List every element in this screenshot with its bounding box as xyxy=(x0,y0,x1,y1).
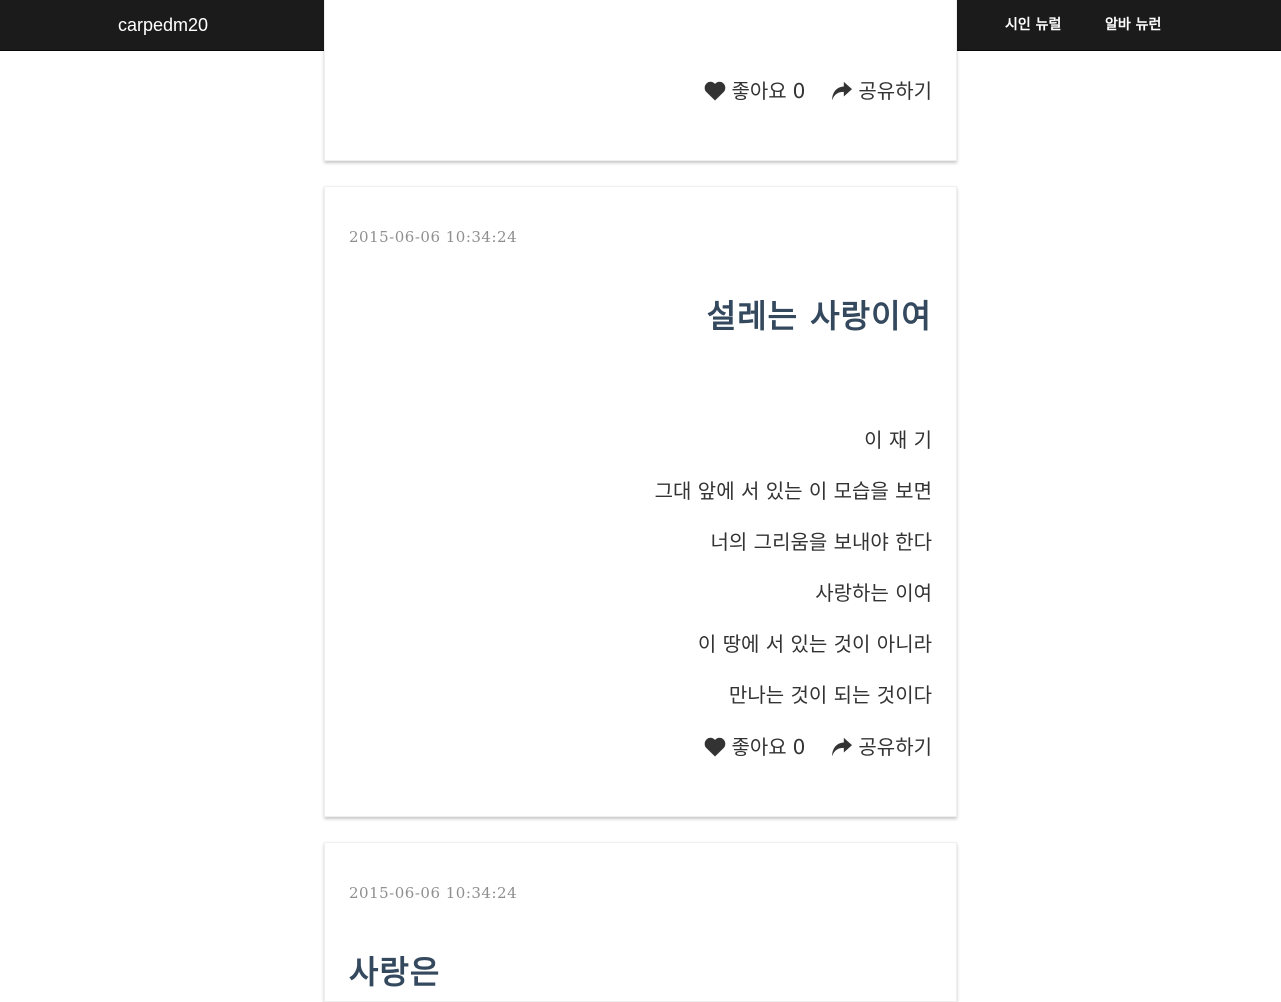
post-actions: 좋아요 0 공유하기 xyxy=(704,735,932,759)
like-count: 0 xyxy=(792,79,806,103)
like-button[interactable]: 좋아요 0 xyxy=(704,735,805,759)
like-label: 좋아요 xyxy=(731,79,787,103)
post-card: 좋아요 0 공유하기 xyxy=(324,0,957,161)
like-button[interactable]: 좋아요 0 xyxy=(704,79,805,103)
post-date: 2015-06-06 10:34:24 xyxy=(349,884,518,902)
poem-line: 그대 앞에 서 있는 이 모습을 보면 xyxy=(654,479,932,503)
share-arrow-icon xyxy=(832,81,853,101)
share-arrow-icon xyxy=(832,737,853,757)
poem-line: 사랑하는 이여 xyxy=(815,581,932,605)
share-label: 공유하기 xyxy=(858,79,932,103)
post-card: 2015-06-06 10:34:24 설레는 사랑이여 이 재 기 그대 앞에… xyxy=(324,186,957,817)
heart-icon xyxy=(705,737,726,757)
share-button[interactable]: 공유하기 xyxy=(831,79,932,103)
like-count: 0 xyxy=(792,735,806,759)
post-actions: 좋아요 0 공유하기 xyxy=(704,79,932,103)
post-card: 2015-06-06 10:34:24 사랑은 xyxy=(324,842,957,1002)
post-date: 2015-06-06 10:34:24 xyxy=(349,228,518,246)
share-label: 공유하기 xyxy=(858,735,932,759)
poem-line: 너의 그리움을 보내야 한다 xyxy=(710,530,932,554)
brand-link[interactable]: carpedm20 xyxy=(118,14,208,36)
nav-link-alba-neuron[interactable]: 알바 뉴런 xyxy=(1105,15,1161,35)
nav-link-poet-neural[interactable]: 시인 뉴럴 xyxy=(1005,15,1061,35)
like-label: 좋아요 xyxy=(731,735,787,759)
poem-line: 이 땅에 서 있는 것이 아니라 xyxy=(697,632,932,656)
post-title: 설레는 사랑이여 xyxy=(706,297,932,335)
heart-icon xyxy=(705,81,726,101)
poem-line: 만나는 것이 되는 것이다 xyxy=(728,683,932,707)
poem-line: 이 재 기 xyxy=(864,428,932,452)
post-title: 사랑은 xyxy=(349,953,441,991)
share-button[interactable]: 공유하기 xyxy=(831,735,932,759)
